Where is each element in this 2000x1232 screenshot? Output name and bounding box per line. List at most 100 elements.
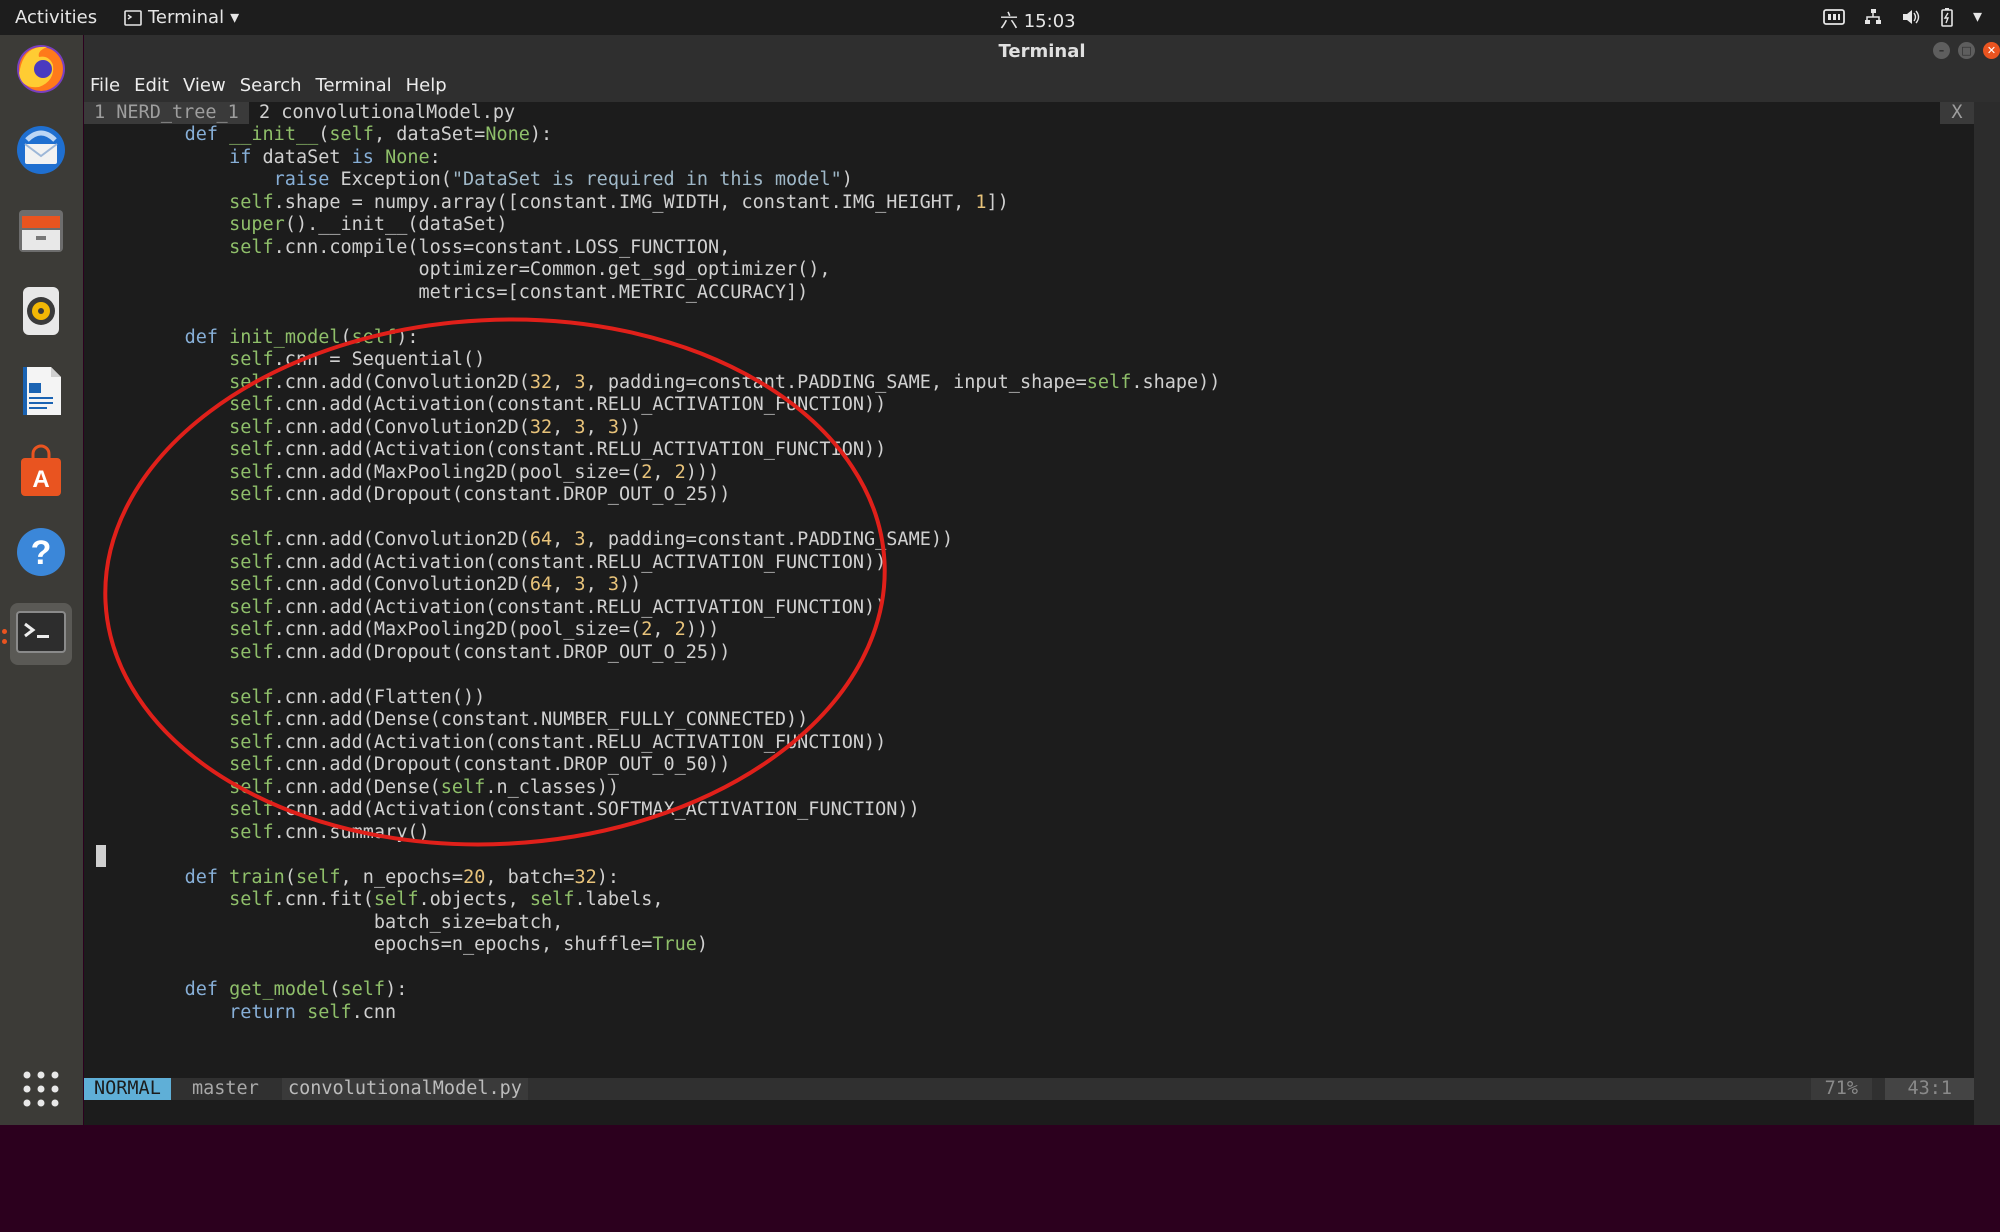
code-line: self.cnn.add(Convolution2D(64, 3, paddin… [229, 529, 954, 550]
menu-help[interactable]: Help [400, 75, 455, 96]
code-line: self.cnn.add(Dropout(constant.DROP_OUT_O… [229, 484, 731, 505]
code-line: def train(self, n_epochs=20, batch=32): [184, 866, 620, 888]
cursor-position: 43:1 [1885, 1078, 1974, 1100]
menu-edit[interactable]: Edit [128, 75, 177, 96]
help-icon: ? [13, 524, 69, 584]
rhythmbox-icon [13, 283, 69, 343]
software-center-launcher[interactable]: A [10, 443, 72, 505]
rhythmbox-launcher[interactable] [10, 282, 72, 344]
scroll-percent: 71% [1810, 1078, 1872, 1100]
code-line: self.cnn.add(Flatten()) [229, 686, 486, 708]
code-line-current: self.cnn.summary() [229, 821, 430, 843]
software-center-icon: A [13, 444, 69, 504]
menu-search[interactable]: Search [234, 75, 310, 96]
code-line: self.cnn.add(MaxPooling2D(pool_size=(2, … [229, 461, 720, 483]
menu-bar: File Edit View Search Terminal Help [84, 68, 2000, 102]
thunderbird-launcher[interactable] [10, 121, 72, 183]
code-line: def __init__(self, dataSet=None): [184, 124, 553, 145]
code-buffer[interactable]: def __init__(self, dataSet=None): if dat… [84, 124, 1974, 1024]
app-menu[interactable]: Terminal ▾ [124, 7, 239, 28]
code-line: self.cnn.add(Dense(self.n_classes)) [229, 776, 619, 798]
code-line: self.cnn.add(MaxPooling2D(pool_size=(2, … [229, 619, 720, 640]
code-line: epochs=n_epochs, shuffle=True) [140, 934, 709, 955]
code-line: optimizer=Common.get_sgd_optimizer(), [140, 259, 831, 280]
terminal-scrollbar[interactable] [1974, 102, 2000, 1125]
code-line: self.cnn.add(Activation(constant.RELU_AC… [229, 551, 887, 573]
vim-tab-close[interactable]: X [1940, 102, 1974, 124]
code-line: self.shape = numpy.array([constant.IMG_W… [229, 191, 1009, 213]
code-line: self.cnn.add(Activation(constant.SOFTMAX… [229, 799, 920, 820]
terminal-small-icon [124, 9, 142, 26]
code-line: self.cnn = Sequential() [229, 349, 486, 370]
code-line: self.cnn.compile(loss=constant.LOSS_FUNC… [229, 236, 731, 258]
menu-view[interactable]: View [177, 75, 234, 96]
code-line: self.cnn.add(Dropout(constant.DROP_OUT_O… [229, 641, 731, 663]
activities-button[interactable]: Activities [15, 7, 97, 28]
code-line: raise Exception("DataSet is required in … [273, 169, 853, 190]
keyboard-layout-icon[interactable] [1823, 8, 1845, 26]
code-line: self.cnn.add(Activation(constant.RELU_AC… [229, 394, 887, 415]
vim-mode-indicator: NORMAL [84, 1078, 171, 1100]
show-applications-button[interactable] [10, 1060, 72, 1122]
system-tray[interactable]: ▾ [1823, 6, 1982, 27]
firefox-icon [13, 41, 69, 101]
running-indicator [2, 629, 7, 634]
code-line: self.cnn.add(Convolution2D(64, 3, 3)) [229, 574, 642, 595]
svg-text:A: A [32, 466, 49, 493]
network-icon[interactable] [1863, 8, 1883, 26]
running-indicator [2, 639, 7, 644]
close-icon[interactable]: ✕ [1983, 42, 2000, 59]
window-title: Terminal [998, 41, 1086, 62]
volume-icon[interactable] [1901, 8, 1921, 26]
code-line: if dataSet is None: [229, 146, 441, 168]
chevron-down-icon: ▾ [230, 7, 240, 28]
writer-launcher[interactable] [10, 362, 72, 424]
vim-tab-convolutional-model[interactable]: 2 convolutionalModel.py [249, 102, 526, 124]
code-line: self.cnn.fit(self.objects, self.labels, [229, 889, 664, 910]
vim-tabline: 1 NERD_tree_1 - 2 convolutionalModel.py … [84, 102, 1974, 124]
code-line: self.cnn.add(Convolution2D(32, 3, 3)) [229, 416, 642, 438]
code-line: self.cnn.add(Dense(constant.NUMBER_FULLY… [229, 709, 809, 730]
code-line: return self.cnn [229, 1001, 397, 1023]
window-controls: – □ ✕ [1933, 42, 2000, 59]
dock: A ? [0, 35, 83, 1125]
code-line: self.cnn.add(Activation(constant.RELU_AC… [229, 731, 887, 753]
terminal-icon [13, 604, 69, 664]
terminal-content[interactable]: 1 NERD_tree_1 - 2 convolutionalModel.py … [84, 102, 1974, 1125]
svg-text:?: ? [31, 534, 52, 572]
battery-icon[interactable] [1939, 7, 1955, 27]
window-titlebar[interactable]: Terminal – □ ✕ [84, 35, 2000, 68]
help-launcher[interactable]: ? [10, 523, 72, 585]
writer-icon [13, 363, 69, 423]
code-line: self.cnn.add(Activation(constant.RELU_AC… [229, 596, 887, 618]
code-line: self.cnn.add(Activation(constant.RELU_AC… [229, 439, 887, 460]
thunderbird-icon [13, 122, 69, 182]
clock[interactable]: 六 15:03 [1000, 7, 1076, 33]
git-branch: master [192, 1078, 259, 1099]
app-menu-label: Terminal [148, 7, 225, 28]
system-menu-chevron-icon[interactable]: ▾ [1973, 6, 1982, 27]
menu-terminal[interactable]: Terminal [310, 75, 400, 96]
files-launcher[interactable] [10, 201, 72, 263]
current-file-name: convolutionalModel.py [282, 1078, 528, 1100]
code-line: super().__init__(dataSet) [229, 214, 508, 235]
code-line: self.cnn.add(Dropout(constant.DROP_OUT_0… [229, 754, 731, 775]
code-line: metrics=[constant.METRIC_ACCURACY]) [140, 281, 809, 303]
code-line: def init_model(self): [184, 326, 419, 348]
menu-file[interactable]: File [84, 75, 128, 96]
minimize-icon[interactable]: – [1933, 42, 1950, 59]
code-line: self.cnn.add(Convolution2D(32, 3, paddin… [229, 371, 1221, 393]
firefox-launcher[interactable] [10, 40, 72, 102]
vim-statusline: NORMAL master convolutionalModel.py 71% … [84, 1078, 1974, 1100]
code-line: def get_model(self): [184, 979, 408, 1000]
maximize-icon[interactable]: □ [1958, 42, 1975, 59]
top-bar: Activities Terminal ▾ 六 15:03 ▾ [0, 0, 2000, 35]
terminal-launcher[interactable] [10, 603, 72, 665]
files-icon [13, 202, 69, 262]
vim-tab-nerdtree[interactable]: 1 NERD_tree_1 - [84, 102, 272, 124]
